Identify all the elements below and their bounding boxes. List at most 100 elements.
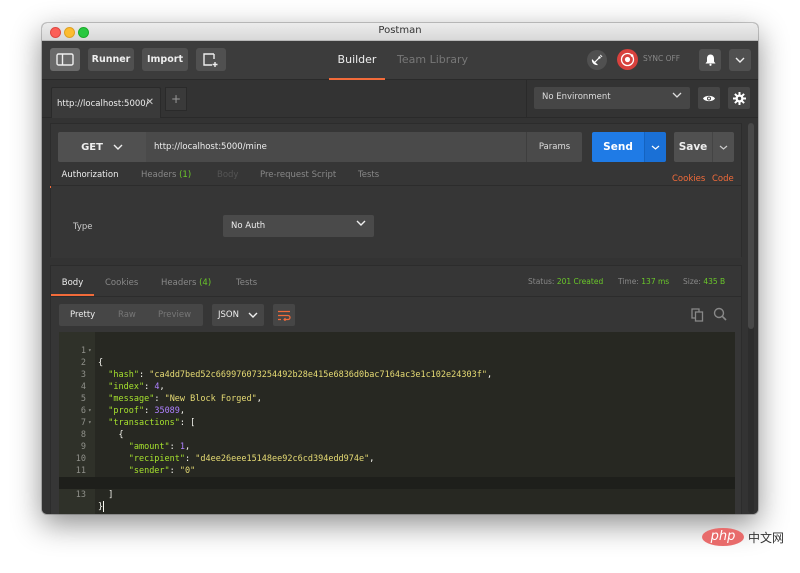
chevron-down-icon [248,312,258,318]
environment-value: No Environment [542,92,611,102]
search-icon[interactable] [713,307,727,321]
code-line: 8 "amount": 1, [59,417,735,452]
tab-team-library[interactable]: Team Library [397,41,468,80]
sync-button[interactable] [617,49,638,70]
add-tab-button[interactable]: + [165,87,187,111]
tab-body[interactable]: Body [217,170,238,180]
code-link[interactable]: Code [712,174,734,184]
code-line-current: 13 } [59,477,735,512]
size-label: Size: [683,277,701,286]
tab-response-body[interactable]: Body [51,278,94,296]
tab-tests[interactable]: Tests [358,170,379,180]
response-time: Time: 137 ms [618,277,669,286]
watermark-text: 中文网 [748,530,785,545]
new-button[interactable] [196,48,226,71]
code-line: 5 "proof": 35089, [59,381,735,416]
scrollbar-thumb[interactable] [748,123,754,329]
wrap-lines-button[interactable] [273,304,295,326]
method-value: GET [81,141,103,153]
sync-icon [620,52,635,67]
format-value: JSON [218,310,239,320]
environment-select[interactable]: No Environment [534,87,690,109]
sidebar-icon [56,53,74,66]
response-body-editor[interactable]: 1 ▾ { 2 "hash": "ca4dd7bed52c669976073254… [59,332,735,514]
runner-button[interactable]: Runner [88,48,134,71]
import-button[interactable]: Import [142,48,188,71]
save-options-button[interactable] [712,132,734,162]
send-options-button[interactable] [644,132,666,162]
method-select[interactable]: GET [58,132,146,162]
line-number: 13 [75,490,86,500]
wrap-icon [278,310,291,321]
response-panel: Body Cookies Headers (4) Tests Status: 2… [50,265,742,514]
params-button[interactable]: Params [526,132,582,162]
tab-label: Body [61,278,84,288]
environment-quick-look-button[interactable] [698,87,720,109]
auth-type-select[interactable]: No Auth [223,215,374,237]
preview-button[interactable]: Preview [158,310,191,320]
response-headers-count-badge: (4) [199,278,212,288]
builder-panel: GET http://localhost:5000/mine Params Se… [42,119,758,514]
interceptor-button[interactable] [587,50,607,70]
tab-headers[interactable]: Headers (1) [141,170,191,180]
code-line: 1 ▾ { [59,333,735,368]
toggle-sidebar-button[interactable] [50,48,80,71]
code-line: 12 ] [59,465,735,500]
tab-builder[interactable]: Builder [329,41,385,80]
url-input[interactable]: http://localhost:5000/mine [146,132,526,162]
send-button[interactable]: Send [592,132,644,162]
code-line: 3 "index": 4, [59,357,735,392]
postman-window: Postman Runner Import Builder Team Libra… [42,23,758,514]
sync-status-label: SYNC OFF [643,54,681,63]
tab-label: Body [217,170,239,180]
code-line: 4 "message": "New Block Forged", [59,369,735,404]
chevron-down-icon [356,219,366,229]
gear-icon [732,91,746,105]
request-tab[interactable]: http://localhost:5000/ ✕ [51,87,161,118]
tab-pre-request-script[interactable]: Pre-request Script [260,170,336,180]
text-cursor [103,501,105,512]
tab-label: Tests [236,278,258,288]
watermark: php 中文网 [702,528,784,546]
request-tab-label: http://localhost:5000/ [57,99,149,109]
response-tabs: Body Cookies Headers (4) Tests Status: 2… [51,266,741,297]
chevron-down-icon [672,91,682,101]
code-line: 11 } [59,453,735,488]
tab-label: Headers [141,170,177,180]
manage-environments-button[interactable] [728,87,750,109]
code-line: 10 "sender": "0" [59,441,735,476]
tab-response-cookies[interactable]: Cookies [105,278,138,288]
auth-type-value: No Auth [231,221,266,231]
format-select[interactable]: JSON [212,304,264,326]
time-label: Time: [618,277,639,286]
tab-label: Tests [358,170,380,180]
cookies-link[interactable]: Cookies [672,174,705,184]
headers-count-badge: (1) [179,170,192,180]
tab-response-tests[interactable]: Tests [236,278,257,288]
divider [526,80,527,118]
request-panel: GET http://localhost:5000/mine Params Se… [50,123,742,258]
auth-type-label: Type [73,222,93,232]
title-bar: Postman [42,23,758,41]
close-icon[interactable]: ✕ [146,97,154,108]
window-title: Postman [378,25,422,36]
main-toolbar: Runner Import Builder Team Library SYNC … [42,41,758,80]
raw-button[interactable]: Raw [118,310,136,320]
copy-icon[interactable] [691,308,704,322]
chevron-down-icon [113,144,123,150]
size-value: 435 B [703,277,726,286]
more-options-button[interactable] [729,49,751,71]
chevron-down-icon [735,57,745,63]
code-line: 9 "recipient": "d4ee26eee15148ee92c6cd39… [59,429,735,464]
satellite-icon [591,54,603,66]
pretty-button[interactable]: Pretty [70,310,95,320]
notifications-button[interactable] [699,49,721,71]
bell-icon [705,54,715,66]
code-line: 7 ▾ { [59,405,735,440]
tab-response-headers[interactable]: Headers (4) [161,278,211,288]
response-status: Status: 201 Created [528,277,603,286]
save-button[interactable]: Save [674,132,712,162]
tab-label: Headers [161,278,197,288]
authorization-panel: Type No Auth [51,186,741,258]
tab-label: Cookies [105,278,139,288]
